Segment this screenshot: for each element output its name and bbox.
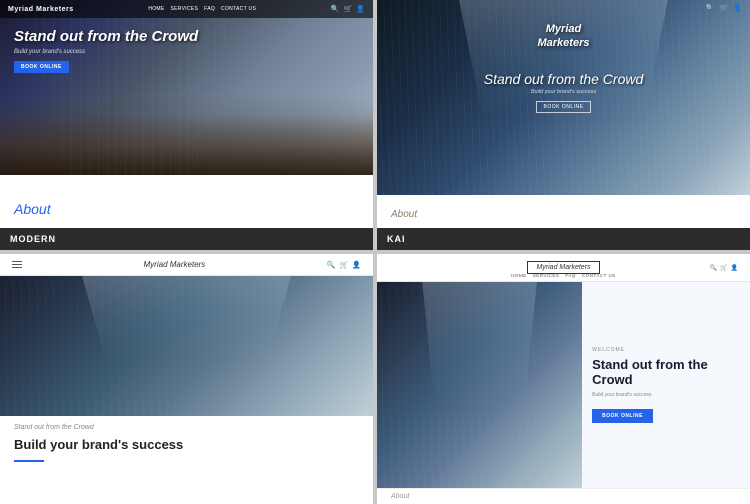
business-right-panel: WELCOME Stand out from the Crowd Build y… bbox=[582, 282, 750, 488]
blank-hero-bg bbox=[0, 276, 373, 416]
search-icon[interactable]: 🔍 bbox=[331, 5, 340, 13]
search-icon[interactable]: 🔍 bbox=[710, 264, 717, 271]
nav-link-home[interactable]: HOME bbox=[148, 6, 164, 12]
kai-theme-card[interactable]: 🔍 🛒 👤 Myriad Marketers Stand out from th… bbox=[377, 0, 750, 250]
kai-hero-text: Myriad Marketers Stand out from the Crow… bbox=[377, 22, 750, 113]
business-about-section: About bbox=[377, 488, 750, 504]
kai-hero-title: Stand out from the Crowd bbox=[377, 71, 750, 87]
business-hero-image bbox=[377, 282, 582, 488]
modern-theme-card[interactable]: Myriad Marketers HOME SERVICES FAQ CONTA… bbox=[0, 0, 373, 250]
hamburger-icon[interactable] bbox=[12, 261, 22, 268]
blank-theme-card[interactable]: Myriad Marketers 🔍 🛒 👤 Stand out from th… bbox=[0, 254, 373, 504]
search-icon[interactable]: 🔍 bbox=[327, 261, 336, 269]
nav-link-services[interactable]: SERVICES bbox=[171, 6, 199, 12]
business-content: WELCOME Stand out from the Crowd Build y… bbox=[377, 282, 750, 488]
business-welcome-label: WELCOME bbox=[592, 347, 740, 353]
kai-nav-bar: 🔍 🛒 👤 bbox=[706, 4, 742, 12]
modern-brand: Myriad Marketers bbox=[8, 6, 74, 13]
business-book-button[interactable]: BOOK ONLINE bbox=[592, 409, 653, 423]
modern-hero-text: Stand out from the Crowd Build your bran… bbox=[14, 28, 198, 73]
modern-hero: Myriad Marketers HOME SERVICES FAQ CONTA… bbox=[0, 0, 373, 190]
business-nav-links: HOME SERVICES FAQ CONTACT US bbox=[511, 273, 616, 278]
modern-about-link[interactable]: About bbox=[14, 201, 51, 217]
modern-nav-bar: Myriad Marketers HOME SERVICES FAQ CONTA… bbox=[0, 0, 373, 18]
business-theme-card[interactable]: Myriad Marketers HOME SERVICES FAQ CONTA… bbox=[377, 254, 750, 504]
kai-hero: 🔍 🛒 👤 Myriad Marketers Stand out from th… bbox=[377, 0, 750, 200]
blank-hero bbox=[0, 276, 373, 416]
kai-book-button[interactable]: BOOK ONLINE bbox=[536, 101, 592, 113]
search-icon[interactable]: 🔍 bbox=[706, 4, 715, 12]
modern-book-button[interactable]: BOOK ONLINE bbox=[14, 61, 69, 73]
modern-hero-title: Stand out from the Crowd bbox=[14, 28, 198, 46]
modern-nav-links: HOME SERVICES FAQ CONTACT US bbox=[148, 6, 256, 12]
user-icon[interactable]: 👤 bbox=[733, 4, 742, 12]
user-icon[interactable]: 👤 bbox=[352, 261, 361, 269]
user-icon[interactable]: 👤 bbox=[731, 264, 738, 271]
modern-hero-bg bbox=[0, 0, 373, 175]
cart-icon[interactable]: 🛒 bbox=[344, 5, 353, 13]
blank-brand: Myriad Marketers bbox=[144, 260, 206, 269]
business-hero-subtitle: Build your brand's success bbox=[592, 392, 740, 400]
blank-tagline: Stand out from the Crowd bbox=[14, 424, 359, 431]
blank-headline: Build your brand's success bbox=[14, 437, 359, 452]
modern-crowd bbox=[0, 115, 373, 175]
business-about-link[interactable]: About bbox=[391, 493, 409, 500]
theme-grid: Myriad Marketers HOME SERVICES FAQ CONTA… bbox=[0, 0, 750, 504]
blank-nav-bar: Myriad Marketers 🔍 🛒 👤 bbox=[0, 254, 373, 276]
blank-divider bbox=[14, 460, 44, 462]
nav-link-services[interactable]: SERVICES bbox=[533, 273, 560, 278]
nav-link-home[interactable]: HOME bbox=[511, 273, 527, 278]
blank-nav-icons: 🔍 🛒 👤 bbox=[327, 261, 361, 269]
modern-nav-icons: 🔍 🛒 👤 bbox=[331, 5, 365, 13]
user-icon[interactable]: 👤 bbox=[356, 5, 365, 13]
business-nav-bar: Myriad Marketers HOME SERVICES FAQ CONTA… bbox=[377, 254, 750, 282]
cart-icon[interactable]: 🛒 bbox=[720, 4, 729, 12]
nav-link-faq[interactable]: FAQ bbox=[565, 273, 576, 278]
nav-link-contact[interactable]: CONTACT US bbox=[221, 6, 256, 12]
business-hero-title: Stand out from the Crowd bbox=[592, 357, 740, 388]
kai-about-link[interactable]: About bbox=[391, 209, 417, 220]
modern-theme-label: MODERN bbox=[0, 228, 373, 250]
kai-theme-label: KAI bbox=[377, 228, 750, 250]
kai-brand: Myriad Marketers bbox=[377, 22, 750, 51]
modern-hero-subtitle: Build your brand's success bbox=[14, 49, 198, 55]
nav-link-faq[interactable]: FAQ bbox=[204, 6, 215, 12]
kai-hero-subtitle: Build your brand's success bbox=[377, 89, 750, 95]
cart-icon[interactable]: 🛒 bbox=[340, 261, 349, 269]
nav-link-contact[interactable]: CONTACT US bbox=[582, 273, 616, 278]
kai-about-section: About bbox=[377, 200, 750, 228]
business-nav-icons: 🔍 🛒 👤 bbox=[710, 264, 738, 271]
modern-about-section: About bbox=[0, 190, 373, 228]
cart-icon[interactable]: 🛒 bbox=[720, 264, 727, 271]
blank-about-section: Stand out from the Crowd Build your bran… bbox=[0, 416, 373, 504]
